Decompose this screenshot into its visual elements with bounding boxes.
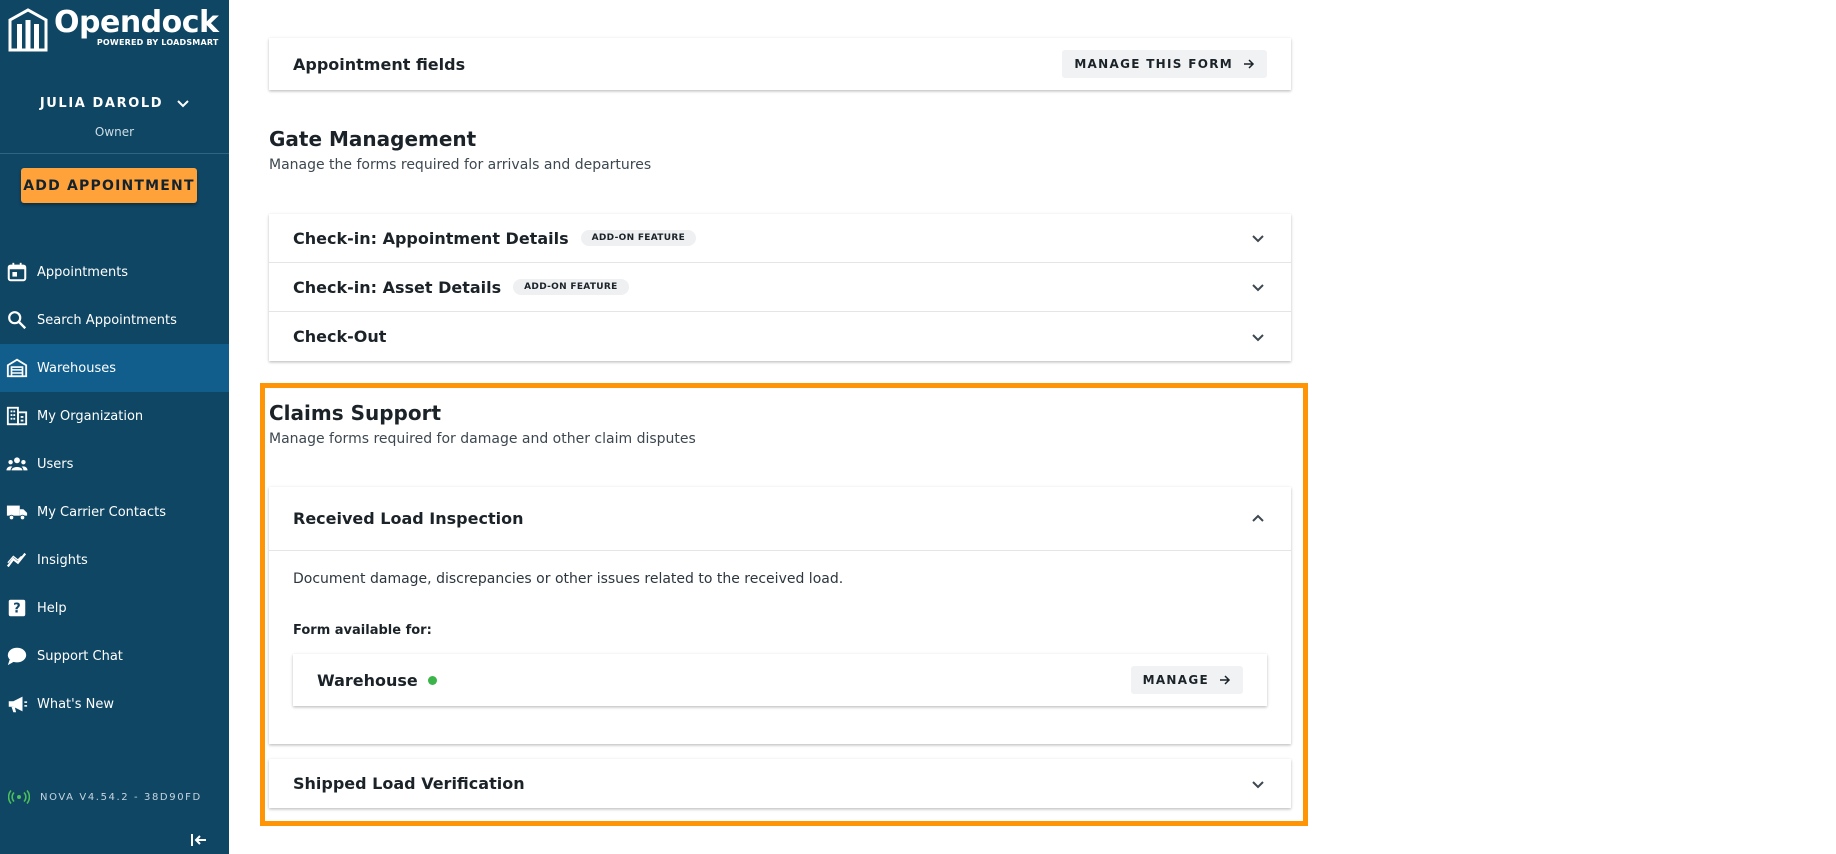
arrow-right-icon — [1220, 675, 1231, 685]
sidebar-item-label: My Carrier Contacts — [37, 504, 166, 520]
gate-management-header: Gate Management Manage the forms require… — [269, 127, 651, 173]
help-icon: ? — [8, 599, 26, 617]
chevron-down-icon — [1252, 333, 1264, 341]
user-name: JULIA DAROLD — [39, 96, 164, 111]
sidebar-item-label: Support Chat — [37, 648, 123, 664]
status-active-dot — [427, 675, 437, 685]
sidebar: Opendock POWERED BY LOADSMART JULIA DARO… — [0, 0, 229, 854]
sidebar-item-insights[interactable]: Insights — [0, 536, 229, 584]
truck-icon — [6, 505, 28, 521]
chat-icon — [7, 647, 27, 666]
claims-support-header: Claims Support Manage forms required for… — [269, 401, 696, 447]
accordion-shipped-load-verification[interactable]: Shipped Load Verification — [269, 759, 1291, 808]
accordion-title: Shipped Load Verification — [293, 774, 525, 793]
sidebar-item-label: Appointments — [37, 264, 129, 280]
chevron-down-icon — [177, 99, 189, 107]
sidebar-item-label: Users — [37, 456, 74, 472]
brand-logo[interactable]: Opendock POWERED BY LOADSMART — [8, 6, 219, 54]
version-info: NOVA V4.54.2 - 38D90FD — [8, 790, 202, 804]
sidebar-item-label: What's New — [37, 696, 114, 712]
calendar-icon — [7, 262, 27, 282]
manage-button[interactable]: MANAGE — [1130, 666, 1243, 694]
sidebar-item-my-carrier-contacts[interactable]: My Carrier Contacts — [0, 488, 229, 536]
sidebar-item-users[interactable]: Users — [0, 440, 229, 488]
add-on-feature-badge: ADD-ON FEATURE — [580, 230, 697, 246]
accordion-title: Check-Out — [293, 327, 387, 346]
brand-name: Opendock — [54, 5, 219, 40]
sidebar-item-appointments[interactable]: Appointments — [0, 248, 229, 296]
broadcast-icon — [8, 790, 30, 804]
sidebar-item-label: Insights — [37, 552, 88, 568]
accordion-check-in-appointment-details[interactable]: Check-in: Appointment Details ADD-ON FEA… — [269, 214, 1291, 263]
chevron-down-icon — [1252, 780, 1264, 788]
accordion-title: Check-in: Asset Details — [293, 277, 502, 297]
manage-this-form-button[interactable]: MANAGE THIS FORM — [1062, 50, 1267, 78]
gate-management-title: Gate Management — [269, 127, 477, 151]
gate-management-list: Check-in: Appointment Details ADD-ON FEA… — [269, 214, 1291, 361]
chevron-down-icon — [1252, 284, 1264, 292]
sidebar-item-label: My Organization — [37, 408, 144, 424]
accordion-check-in-asset-details[interactable]: Check-in: Asset Details ADD-ON FEATURE — [269, 263, 1291, 312]
collapse-sidebar-icon[interactable] — [190, 832, 208, 848]
sidebar-item-label: Help — [37, 600, 67, 616]
sidebar-item-whats-new[interactable]: What's New — [0, 680, 229, 728]
sidebar-item-my-organization[interactable]: My Organization — [0, 392, 229, 440]
received-load-description: Document damage, discrepancies or other … — [293, 571, 844, 587]
opendock-logo-icon — [8, 8, 48, 52]
accordion-title: Check-in: Appointment Details — [293, 228, 569, 248]
user-role: Owner — [94, 125, 135, 139]
sidebar-divider — [0, 153, 229, 154]
add-appointment-button[interactable]: ADD APPOINTMENT — [21, 168, 197, 203]
building-icon — [6, 406, 28, 426]
svg-text:?: ? — [13, 602, 20, 617]
user-menu: JULIA DAROLD Owner — [0, 92, 229, 139]
gate-management-subtitle: Manage the forms required for arrivals a… — [269, 157, 652, 173]
accordion-received-load-inspection[interactable]: Received Load Inspection — [269, 487, 1291, 551]
sidebar-item-label: Search Appointments — [37, 312, 177, 328]
form-available-label: Form available for: — [293, 623, 432, 638]
sidebar-item-support-chat[interactable]: Support Chat — [0, 632, 229, 680]
warehouse-icon — [6, 358, 28, 378]
chevron-down-icon — [1252, 235, 1264, 243]
sidebar-item-warehouses[interactable]: Warehouses — [0, 344, 229, 392]
add-on-feature-badge: ADD-ON FEATURE — [513, 279, 629, 295]
appointment-fields-card: Appointment fields MANAGE THIS FORM — [269, 38, 1291, 90]
version-text: NOVA V4.54.2 - 38D90FD — [40, 791, 202, 803]
received-load-inspection-panel: Received Load Inspection Document damage… — [269, 487, 1291, 744]
user-menu-toggle[interactable]: JULIA DAROLD — [40, 96, 189, 111]
sidebar-item-label: Warehouses — [37, 360, 117, 376]
warehouse-form-row: Warehouse MANAGE — [293, 654, 1267, 706]
accordion-title: Received Load Inspection — [293, 509, 524, 528]
megaphone-icon — [8, 696, 28, 713]
manage-label: MANAGE — [1142, 673, 1209, 687]
form-target-label: Warehouse — [317, 670, 418, 690]
chevron-up-icon — [1252, 514, 1264, 522]
claims-support-title: Claims Support — [269, 401, 442, 425]
sidebar-item-help[interactable]: ? Help — [0, 584, 229, 632]
chart-line-icon — [6, 552, 27, 568]
accordion-check-out[interactable]: Check-Out — [269, 312, 1291, 361]
manage-this-form-label: MANAGE THIS FORM — [1074, 57, 1233, 71]
appointment-fields-title: Appointment fields — [293, 54, 466, 74]
search-icon — [8, 311, 27, 330]
sidebar-item-search-appointments[interactable]: Search Appointments — [0, 296, 229, 344]
arrow-right-icon — [1244, 59, 1255, 69]
sidebar-nav: Appointments Search Appointments Warehou… — [0, 248, 229, 728]
users-icon — [6, 457, 28, 471]
claims-support-subtitle: Manage forms required for damage and oth… — [269, 431, 696, 447]
